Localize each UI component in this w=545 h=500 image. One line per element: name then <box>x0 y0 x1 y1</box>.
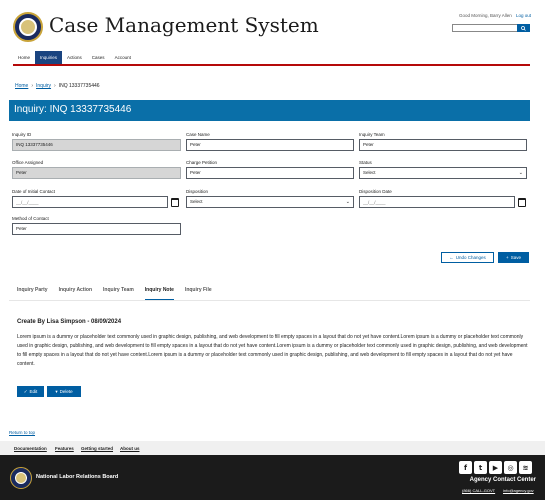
save-label: Save <box>510 255 521 260</box>
status-label: Status <box>359 160 372 165</box>
footer-link-features[interactable]: Features <box>55 446 74 451</box>
case-name-field[interactable]: Peter <box>186 139 354 151</box>
trash-icon: ▾ <box>55 388 58 394</box>
search-icon <box>521 25 526 31</box>
page-title: Inquiry: INQ 13337735446 <box>14 104 132 115</box>
status-select-value: Select <box>363 170 376 175</box>
tab-inquiry-note[interactable]: Inquiry Note <box>144 287 174 300</box>
note-body: Lorem ipsum is a dummy or placeholder te… <box>17 334 528 367</box>
chevron-down-icon: ⌄ <box>345 199 350 205</box>
footer-links: Documentation Features Getting started A… <box>0 441 545 455</box>
delete-button[interactable]: ▾ Delete <box>47 386 81 397</box>
facebook-icon[interactable]: f <box>459 461 472 474</box>
tab-inquiry-file[interactable]: Inquiry File <box>185 287 212 300</box>
charge-petition-label: Charge Petition <box>186 160 218 165</box>
inquiry-id-label: Inquiry ID <box>12 132 32 137</box>
breadcrumb-current: INQ 13337735446 <box>58 83 100 89</box>
return-to-top-link[interactable]: Return to top <box>9 430 35 435</box>
footer-link-getting-started[interactable]: Getting started <box>81 446 113 451</box>
nav-inquiries[interactable]: Inquiries <box>35 51 63 65</box>
nav-cases[interactable]: Cases <box>87 51 110 65</box>
case-name-label: Case Name <box>186 132 210 137</box>
note-title: Create By Lisa Simpson - 08/09/2024 <box>17 319 122 325</box>
inquiry-id-field: INQ 13337735446 <box>12 139 181 151</box>
inquiry-tabs: Inquiry Party Inquiry Action Inquiry Tea… <box>17 287 223 300</box>
footer-link-documentation[interactable]: Documentation <box>14 446 47 451</box>
edit-button[interactable]: ✓ Edit <box>17 386 44 397</box>
breadcrumb-separator: › <box>31 83 34 89</box>
tab-inquiry-team[interactable]: Inquiry Team <box>103 287 134 300</box>
inquiry-team-field[interactable]: Peter <box>359 139 527 151</box>
rss-icon[interactable]: ≋ <box>519 461 532 474</box>
breadcrumb-separator: › <box>54 83 56 89</box>
arrow-left-icon: ← <box>449 255 454 260</box>
date-initial-contact-label: Date of Initial Contact <box>12 189 56 194</box>
method-of-contact-field[interactable]: Peter <box>12 223 181 235</box>
footer-seal-logo <box>10 467 32 489</box>
office-assigned-field: Peter <box>12 167 181 179</box>
greeting-text: Good Morning, Barry Allen <box>458 13 512 18</box>
agency-seal-logo <box>13 12 43 42</box>
undo-changes-label: Undo Changes <box>455 255 486 260</box>
user-greeting: Good Morning, Barry Allen Log out <box>459 13 531 18</box>
date-initial-contact-input[interactable] <box>12 196 168 208</box>
app-title: Case Management System <box>49 13 319 37</box>
breadcrumb-home[interactable]: Home <box>15 83 28 89</box>
inquiry-team-label: Inquiry Team <box>359 132 385 137</box>
search-button[interactable] <box>517 24 530 32</box>
calendar-icon[interactable] <box>171 198 179 207</box>
disposition-date-input[interactable] <box>359 196 515 208</box>
disposition-date-label: Disposition Date <box>359 189 392 194</box>
status-select[interactable]: Select ⌄ <box>359 167 527 179</box>
calendar-icon[interactable] <box>518 198 526 207</box>
site-header: Case Management System Good Morning, Bar… <box>0 0 545 50</box>
edit-label: Edit <box>29 389 38 394</box>
contact-center-title: Agency Contact Center <box>469 477 536 483</box>
office-assigned-label: Office Assigned <box>12 160 44 165</box>
breadcrumb: Home › Inquiry › INQ 13337735446 <box>15 83 100 89</box>
method-of-contact-label: Method of Contact <box>12 216 49 221</box>
disposition-label: Disposition <box>186 189 209 194</box>
nav-actions[interactable]: Actions <box>62 51 87 65</box>
nav-divider <box>13 64 530 66</box>
page-banner: Inquiry: INQ 13337735446 <box>9 100 530 121</box>
chevron-down-icon: ⌄ <box>518 170 523 176</box>
footer-link-about-us[interactable]: About us <box>120 446 140 451</box>
social-links: f t ▶ ◎ ≋ <box>459 461 532 474</box>
youtube-icon[interactable]: ▶ <box>489 461 502 474</box>
pencil-icon: ✓ <box>23 388 28 394</box>
undo-changes-button[interactable]: ← Undo Changes <box>441 252 494 263</box>
contact-email-link[interactable]: info@agency.gov <box>503 488 534 493</box>
tab-inquiry-party[interactable]: Inquiry Party <box>17 287 48 300</box>
twitter-icon[interactable]: t <box>474 461 487 474</box>
primary-nav: Home Inquiries Actions Cases Account <box>13 51 136 65</box>
tabs-divider <box>9 300 530 301</box>
disposition-select[interactable]: Select ⌄ <box>186 196 354 208</box>
instagram-icon[interactable]: ◎ <box>504 461 517 474</box>
plus-icon: + <box>506 255 509 260</box>
delete-label: Delete <box>59 389 73 394</box>
charge-petition-field[interactable]: Peter <box>186 167 354 179</box>
logout-link[interactable]: Log out <box>516 13 531 18</box>
save-button[interactable]: + Save <box>498 252 529 263</box>
tab-inquiry-action[interactable]: Inquiry Action <box>59 287 92 300</box>
search-input[interactable] <box>452 24 518 32</box>
breadcrumb-inquiry[interactable]: Inquiry <box>36 83 51 89</box>
contact-phone-link[interactable]: (866) CALL-GOVT <box>462 488 495 493</box>
footer-agency-name: National Labor Relations Board <box>36 474 119 480</box>
nav-home[interactable]: Home <box>13 51 35 65</box>
disposition-select-value: Select <box>190 199 203 204</box>
nav-account[interactable]: Account <box>110 51 136 65</box>
